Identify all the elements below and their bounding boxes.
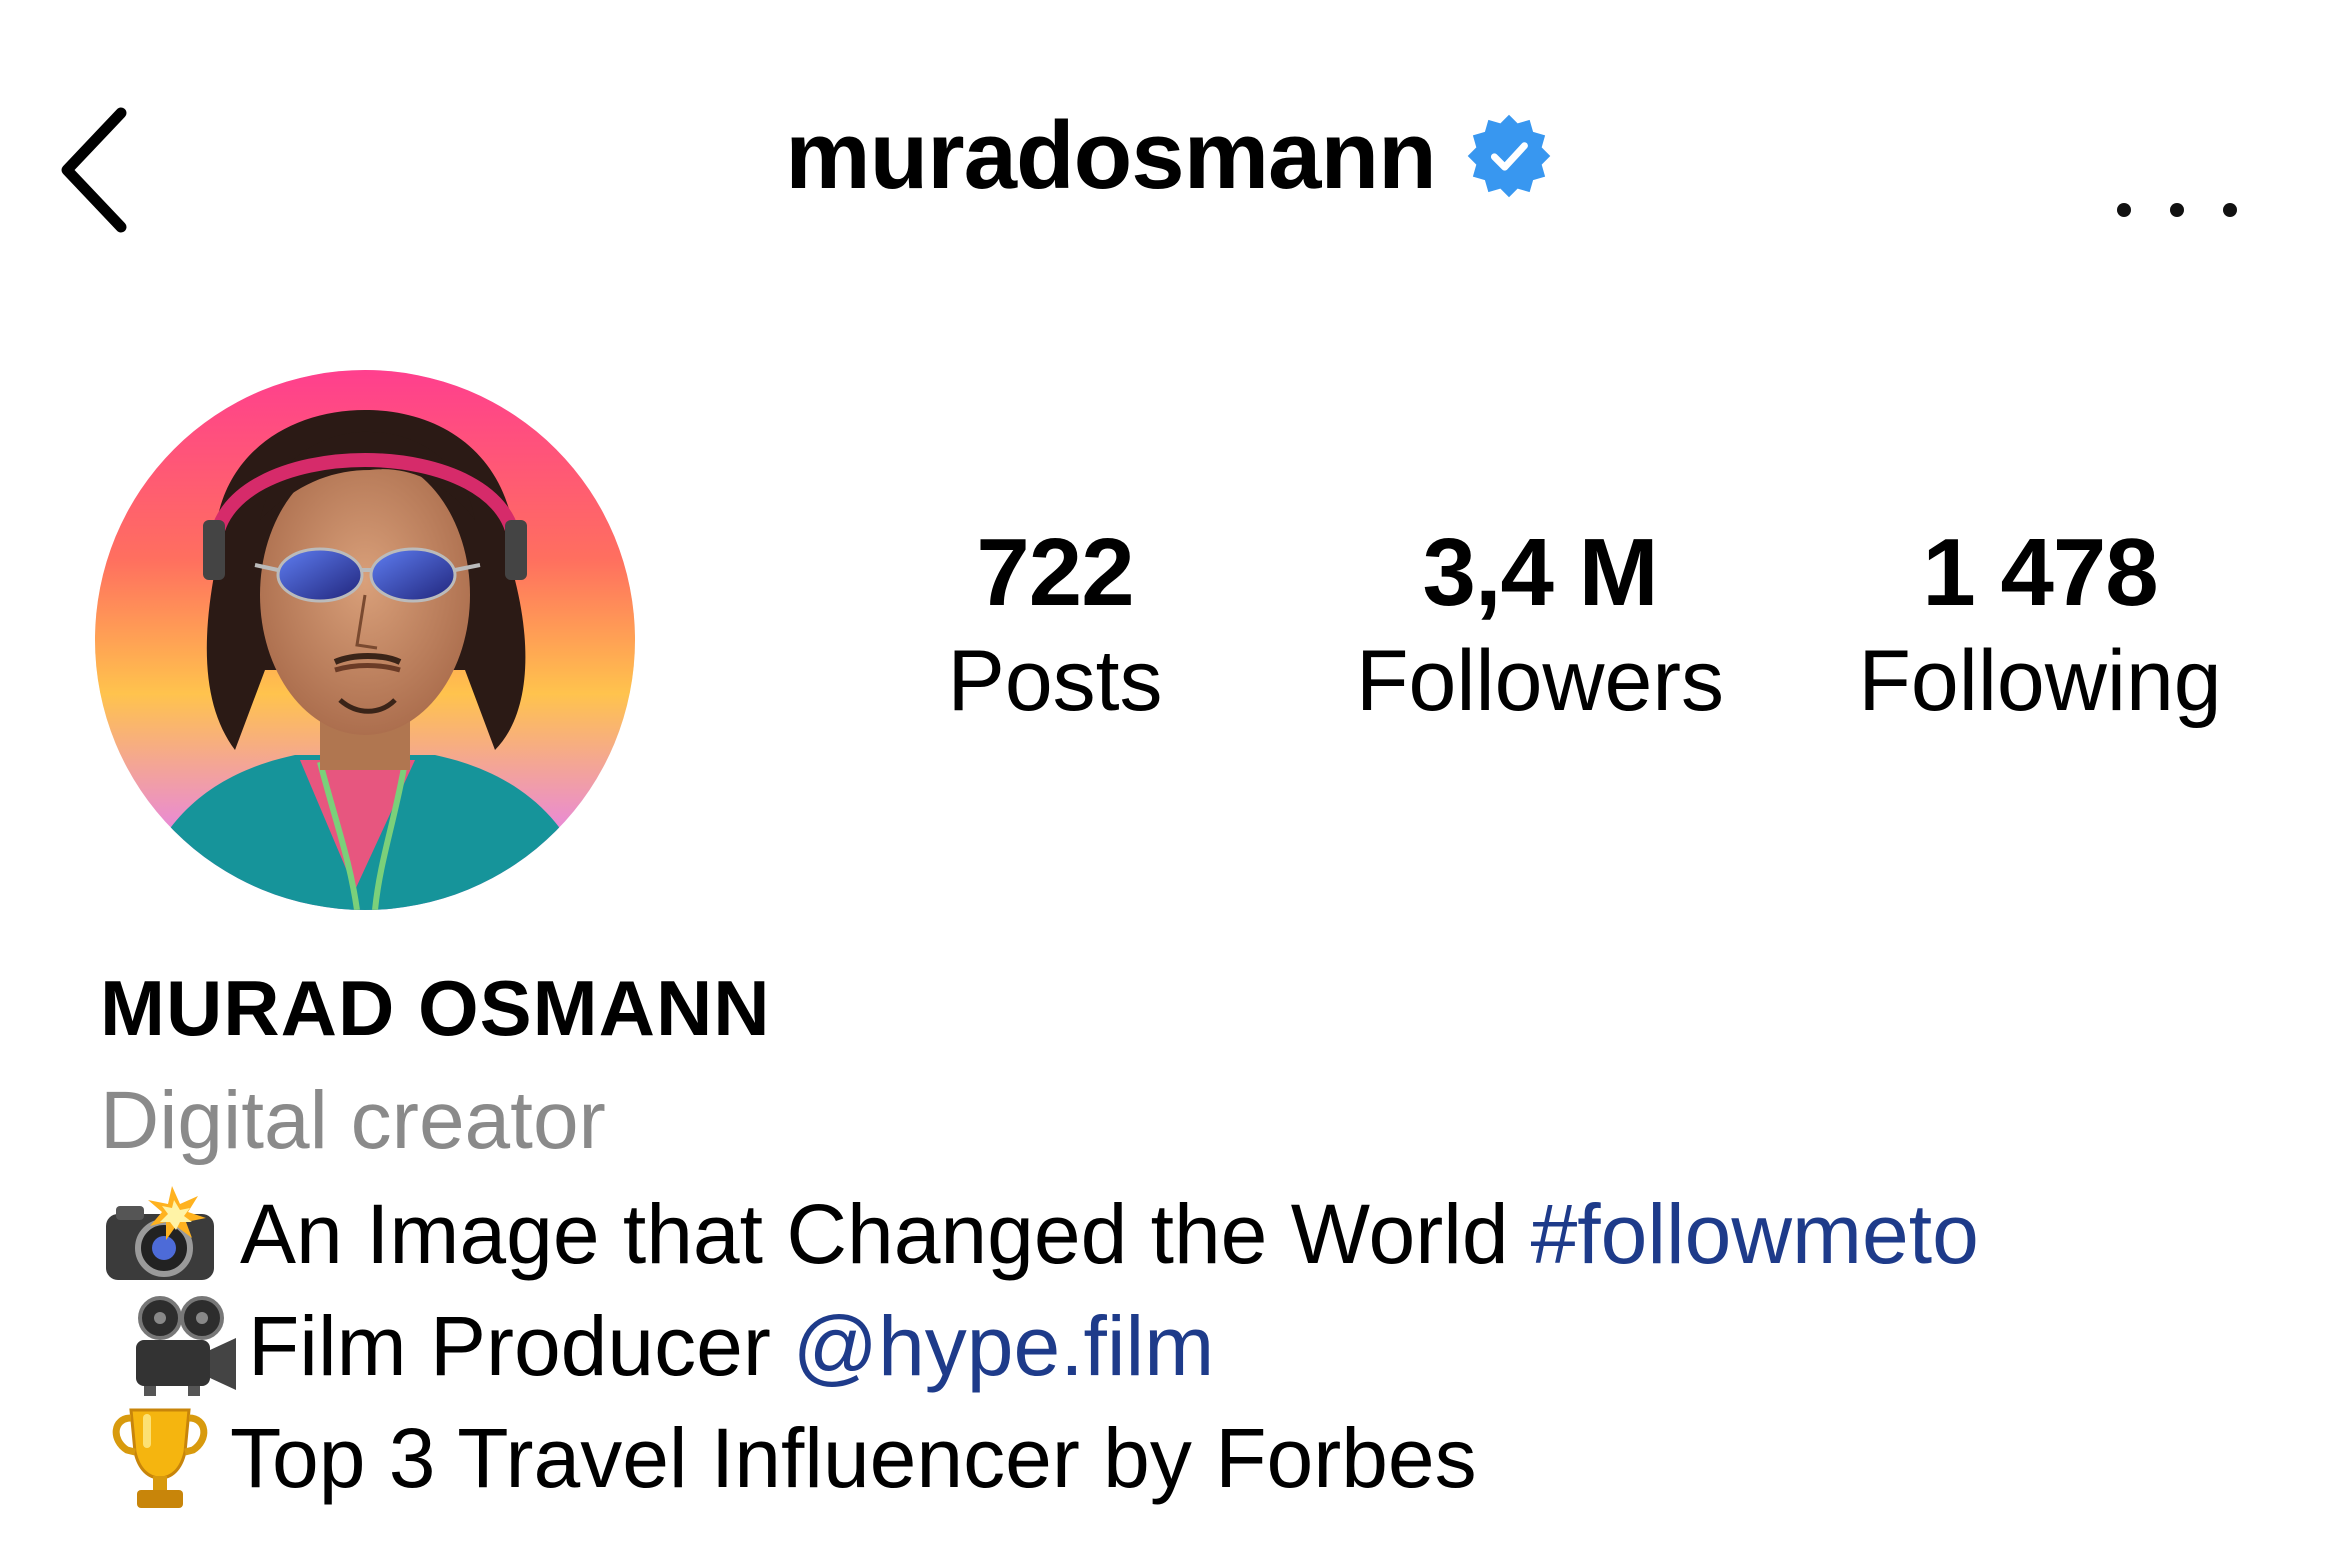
more-options-button[interactable]: [2117, 180, 2237, 240]
following-stat[interactable]: 1 478 Following: [1840, 520, 2240, 733]
followers-stat[interactable]: 3,4 M Followers: [1340, 520, 1740, 733]
category-label: Digital creator: [100, 1074, 606, 1166]
profile-bio: MURAD OSMANN Digital creator An Image th…: [100, 960, 2300, 1514]
profile-username: muradosmann: [785, 102, 1436, 209]
bio-line-3: Top 3 Travel Influencer by Forbes: [100, 1402, 2300, 1514]
title-bar: muradosmann: [0, 108, 2337, 204]
camera-flash-icon: [100, 1179, 220, 1289]
hashtag-link[interactable]: #followmeto: [1531, 1178, 1979, 1290]
profile-stats: 722 Posts 3,4 M Followers 1 478 Followin…: [880, 520, 2270, 760]
posts-stat[interactable]: 722 Posts: [855, 520, 1255, 733]
posts-count: 722: [976, 519, 1134, 626]
trophy-icon: [100, 1403, 220, 1513]
profile-header: muradosmann: [0, 60, 2337, 260]
bio-line-2-text: Film Producer: [248, 1299, 771, 1394]
full-name: MURAD OSMANN: [100, 964, 771, 1052]
bio-line-3-text: Top 3 Travel Influencer by Forbes: [230, 1411, 1477, 1506]
bio-line-2: Film Producer @hype.film: [100, 1290, 2300, 1402]
verified-badge-icon: [1467, 114, 1550, 198]
more-dot-icon: [2117, 203, 2131, 217]
more-dot-icon: [2170, 203, 2184, 217]
bio-line-1: An Image that Changed the World #followm…: [100, 1178, 2300, 1290]
following-count: 1 478: [1922, 519, 2158, 626]
following-label: Following: [1858, 632, 2222, 729]
bio-line-1-text: An Image that Changed the World: [240, 1187, 1509, 1282]
followers-count: 3,4 M: [1422, 519, 1658, 626]
followers-label: Followers: [1356, 632, 1724, 729]
mention-link[interactable]: @hype.film: [793, 1290, 1214, 1402]
more-dot-icon: [2223, 203, 2237, 217]
profile-photo-icon: [95, 370, 635, 910]
movie-camera-icon: [120, 1291, 240, 1401]
posts-label: Posts: [947, 632, 1163, 729]
profile-avatar[interactable]: [95, 370, 635, 910]
